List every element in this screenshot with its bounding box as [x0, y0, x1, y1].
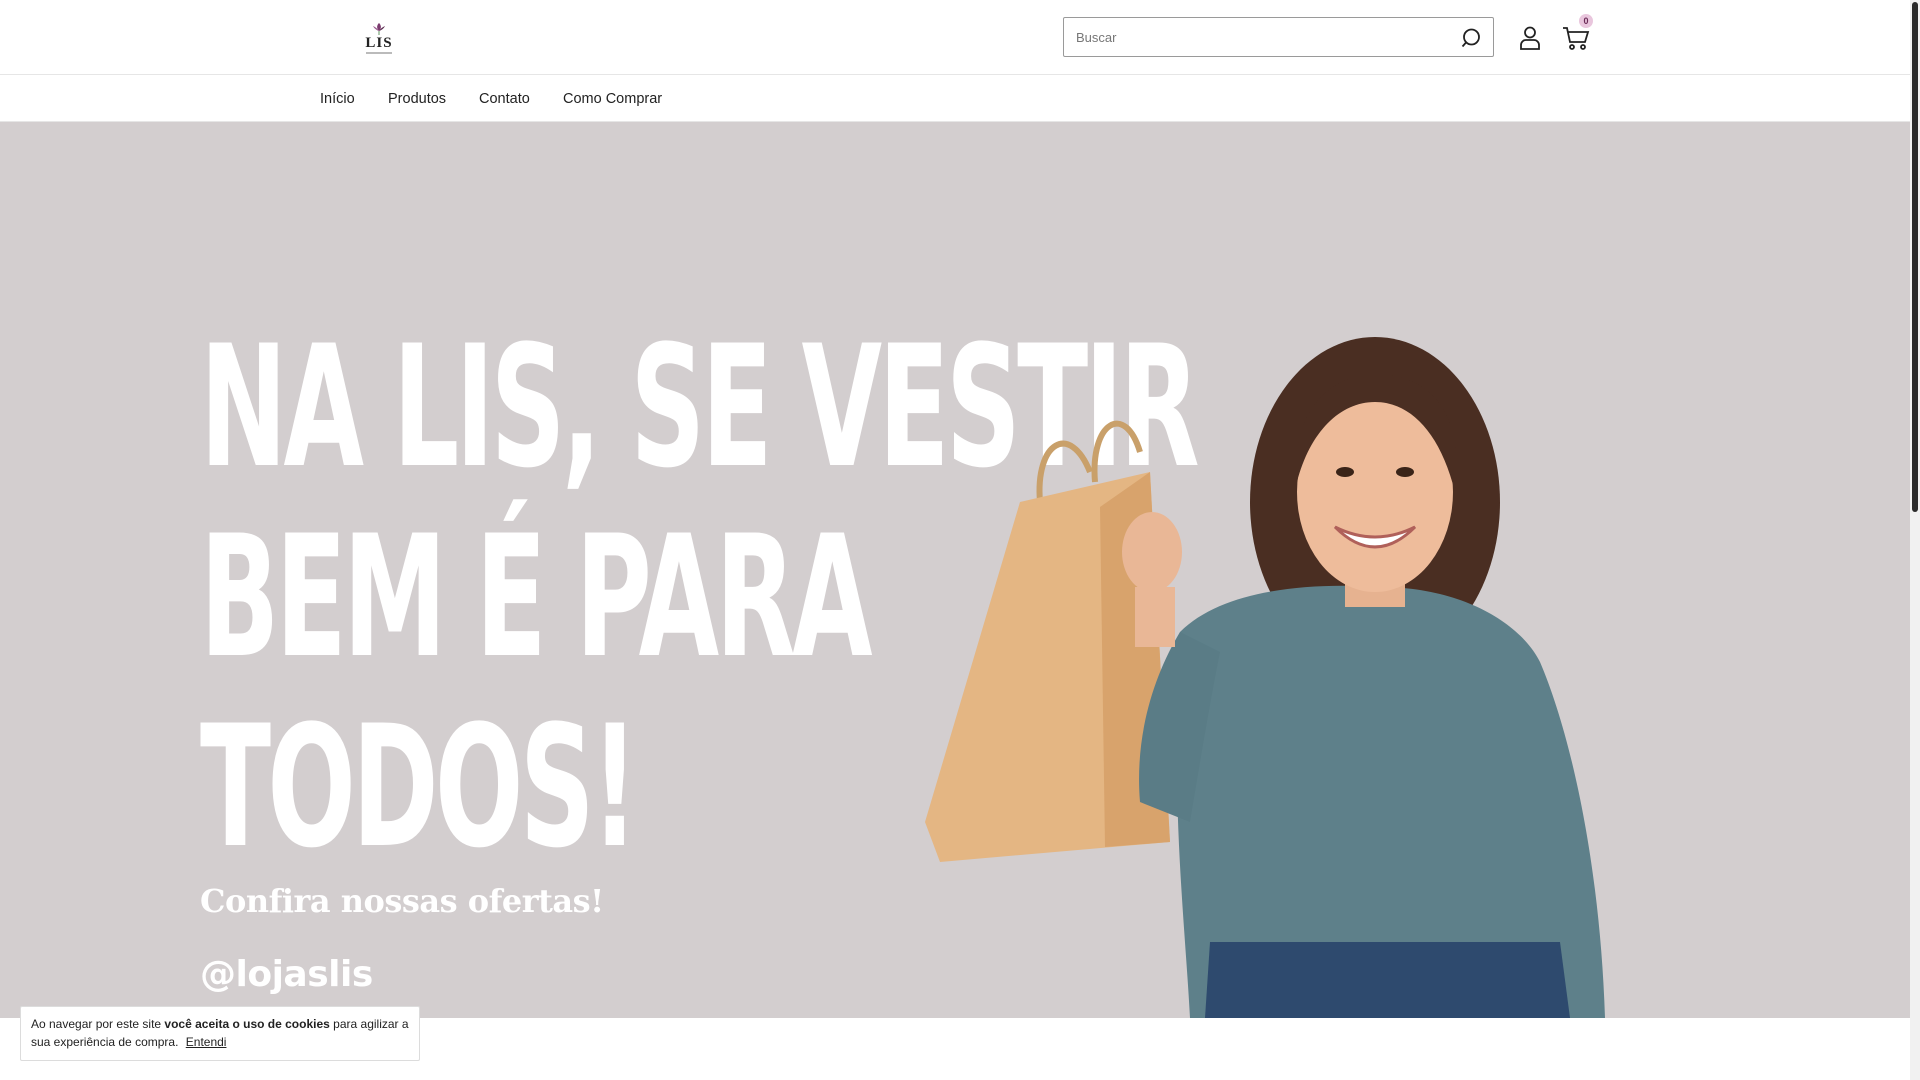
nav-item-inicio[interactable]: Início: [320, 91, 355, 107]
hero-social-handle: @lojaslis: [200, 954, 373, 995]
cart-icon[interactable]: [1561, 24, 1591, 52]
cart-count-badge: 0: [1579, 14, 1593, 28]
nav-item-contato[interactable]: Contato: [479, 91, 530, 107]
cookie-text-start: Ao navegar por este site: [31, 1017, 165, 1031]
nav-item-como-comprar[interactable]: Como Comprar: [563, 91, 662, 107]
nav-item-produtos[interactable]: Produtos: [388, 91, 446, 107]
user-icon[interactable]: [1518, 25, 1542, 51]
search-input[interactable]: [1064, 18, 1444, 56]
search-icon[interactable]: [1459, 26, 1483, 50]
main-navigation: Início Produtos Contato Como Comprar: [0, 76, 1910, 122]
store-logo[interactable]: LIS: [362, 22, 396, 56]
hero-subline: Confira nossas ofertas!: [200, 882, 604, 920]
flower-logo-icon: [373, 23, 385, 35]
cookie-notice: Ao navegar por este site você aceita o u…: [20, 1006, 420, 1061]
logo-text: LIS: [365, 35, 393, 51]
logo-tagline-line: [366, 52, 392, 54]
page-scrollbar[interactable]: [1910, 0, 1920, 1080]
cookie-accept-button[interactable]: Entendi: [186, 1035, 227, 1049]
site-header: LIS 0: [0, 0, 1910, 75]
shopping-bag-image: [925, 420, 1170, 862]
hero-banner[interactable]: NA LIS, SE VESTIR BEM É PARA TODOS! Conf…: [0, 122, 1910, 1018]
search-box: [1063, 17, 1494, 57]
scrollbar-thumb[interactable]: [1912, 2, 1918, 512]
hero-model-image: [925, 337, 1605, 1018]
cookie-text-bold: você aceita o uso de cookies: [164, 1017, 330, 1031]
